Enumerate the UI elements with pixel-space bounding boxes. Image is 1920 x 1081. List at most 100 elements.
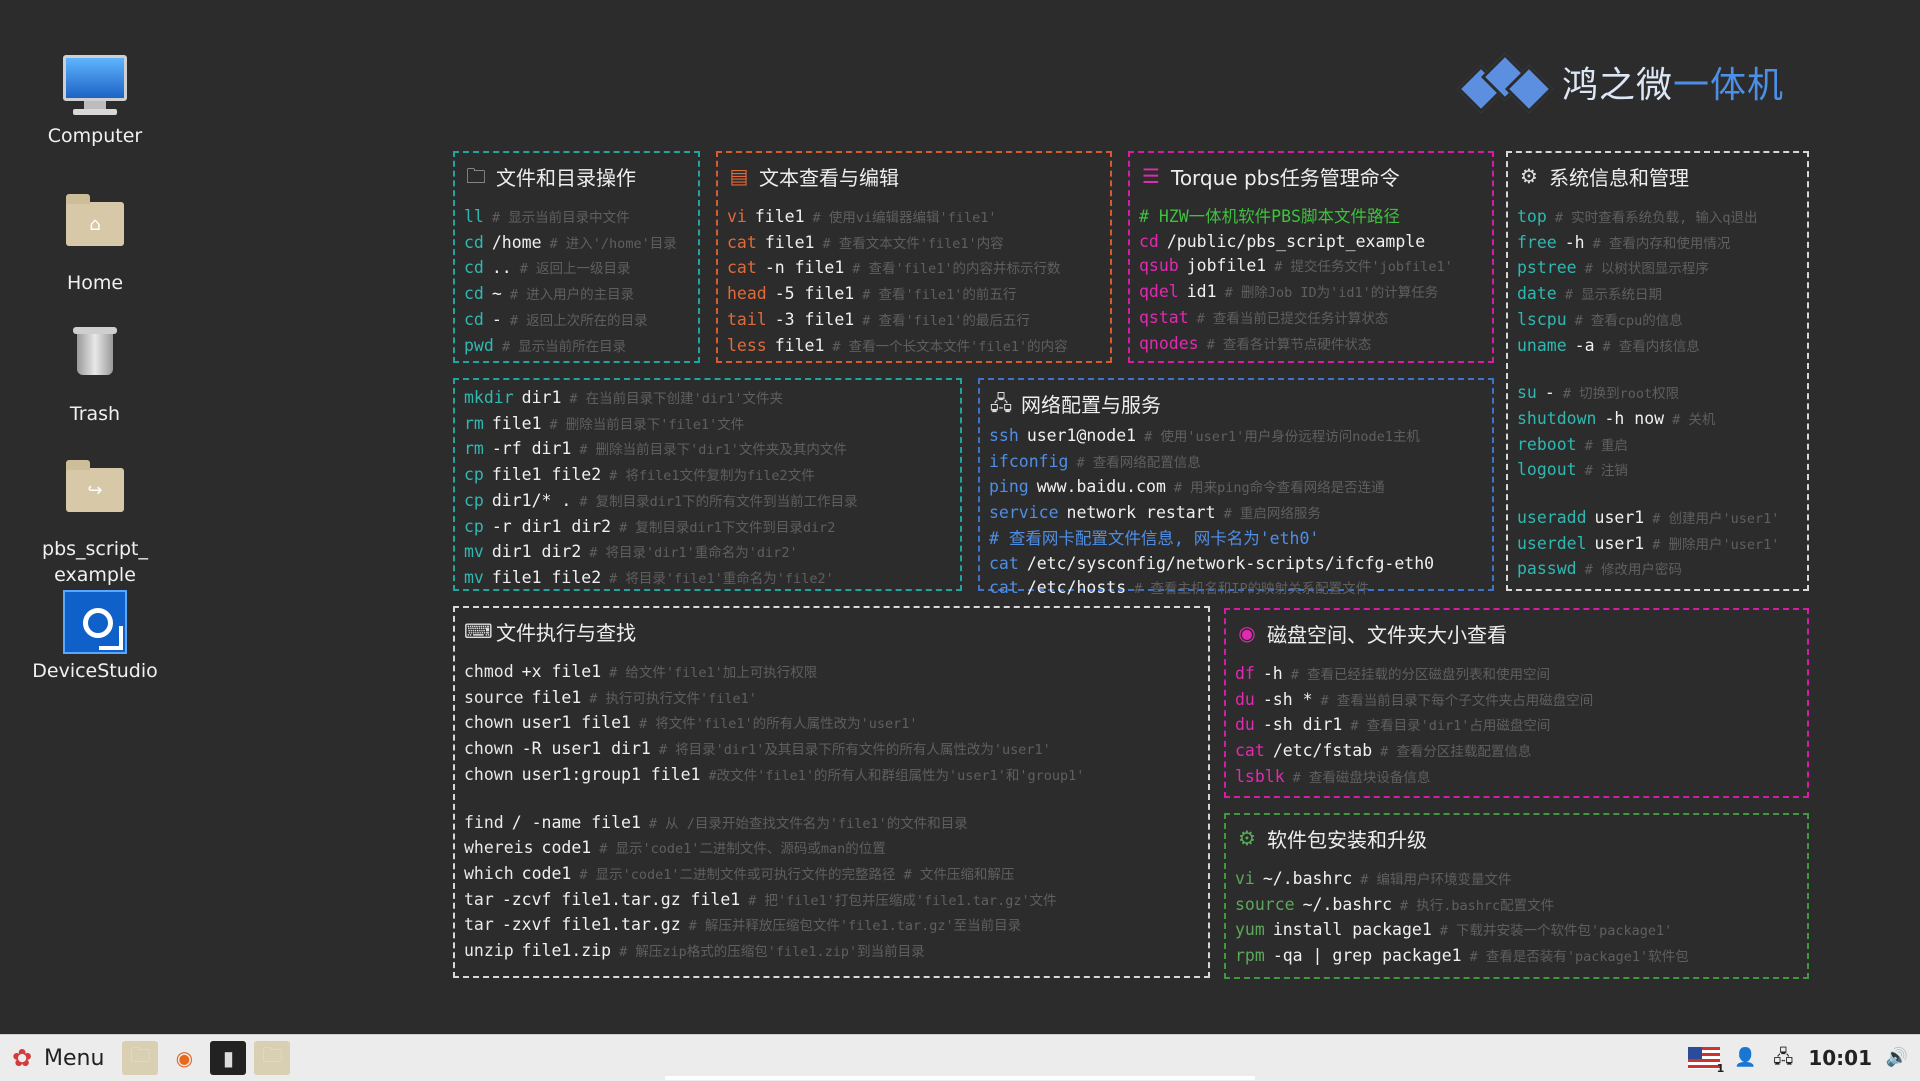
command-name: cp [464, 465, 484, 485]
command-args: /public/pbs_script_example [1166, 231, 1426, 251]
command-name: source [1235, 894, 1295, 914]
command-line: cd/home # 进入'/home'目录 [464, 231, 689, 257]
start-menu-button[interactable]: ✿ Menu [8, 1044, 104, 1072]
taskbar-folder-button[interactable]: 🗀 [254, 1041, 291, 1075]
command-comment: # 给文件'file1'加上可执行权限 [609, 665, 818, 681]
command-line: rm file1 # 删除当前目录下'file1'文件 [464, 412, 951, 438]
command-args: user1@node1 [1026, 426, 1137, 445]
command-comment: # 查看各计算节点硬件状态 [1206, 336, 1372, 353]
command-args: -sh * [1262, 689, 1313, 709]
panel-software-packages: ⚙ 软件包安装和升级 vi ~/.bashrc # 编辑用户环境变量文件 source ~… [1224, 813, 1809, 979]
panel-title: 文本查看与编辑 [759, 165, 899, 190]
keyboard-layout-button[interactable]: 1 [1688, 1047, 1724, 1075]
menu-logo-icon: ✿ [11, 1044, 33, 1072]
command-line: cd ~ # 进入用户的主目录 [464, 282, 689, 308]
command-name: useradd [1517, 508, 1587, 528]
command-line: cp -r dir1 dir2 # 复制目录dir1下文件到目录dir2 [464, 515, 951, 541]
command-name: cp [464, 490, 484, 510]
clock[interactable]: 10:01 [1808, 1046, 1872, 1070]
volume-icon[interactable]: 🔊 [1884, 1045, 1910, 1071]
command-name: cat [727, 232, 757, 252]
command-name: qnodes [1139, 333, 1199, 353]
command-line: find / -name file1 # 从 /目录开始查找文件名为'file1'的… [464, 811, 1199, 837]
command-name: pstree [1517, 258, 1577, 278]
command-name: mkdir [464, 388, 514, 407]
desktop-icon-label: Trash [69, 403, 121, 425]
desktop-icon-pbs-script-example[interactable]: ↪ pbs_script_ example [20, 454, 170, 588]
command-line: yum install package1 # 下载并安装一个软件包'package1… [1235, 918, 1798, 944]
taskbar-terminal-button[interactable]: ▮ [210, 1041, 247, 1075]
command-args: /home [491, 232, 542, 252]
devicestudio-icon [63, 590, 127, 654]
command-args: file1 [754, 207, 805, 226]
command-args: file1 [531, 687, 582, 707]
command-line: ifconfig # 查看网络配置信息 [989, 450, 1483, 476]
desktop-icon-home[interactable]: ⌂ Home [20, 188, 170, 296]
document-list-icon: ▤ [729, 164, 749, 188]
command-args: file1 file2 [491, 567, 602, 587]
panel-file-management: mkdir dir1 # 在当前目录下创建'dir1'文件夹 rm file1 # 删除当… [453, 378, 962, 591]
command-args: id1 [1186, 282, 1217, 302]
command-args: user1:group1 file1 [521, 764, 701, 784]
command-name: tail [727, 309, 767, 329]
hongzhiwei-logo: 鸿之微 一体机 [1456, 52, 1784, 114]
command-line: passwd # 修改用户密码 [1517, 557, 1798, 583]
command-line: tar -zxvf file1.tar.gz # 解压并释放压缩包文件'file1.… [464, 913, 1199, 939]
command-line: ping www.baidu.com # 用来ping命令查看网络是否连通 [989, 475, 1483, 501]
command-line: logout # 注销 [1517, 458, 1798, 484]
command-comment: # 将目录'dir1'及其目录下所有文件的所有人属性改为'user1' [658, 742, 1051, 759]
command-comment: # 查看网络配置信息 [1076, 454, 1201, 471]
panel-title: 软件包安装和升级 [1267, 827, 1427, 852]
taskbar-file-manager-button[interactable]: 🗀 [122, 1041, 159, 1075]
desktop-icon-label: Home [66, 272, 124, 294]
command-comment: # 查看文本文件'file1'内容 [822, 235, 1004, 252]
command-args: dir1/* . [491, 490, 572, 510]
command-args: -qa | grep package1 [1272, 946, 1462, 966]
desktop-icon-computer[interactable]: Computer [20, 55, 170, 149]
command-comment: # 删除当前目录下'file1'文件 [549, 416, 745, 433]
command-comment: # 查看一个长文本文件'file1'的内容 [832, 338, 1068, 355]
command-comment: # 修改用户密码 [1584, 562, 1682, 579]
command-comment: # 显示'code1'二进制文件或可执行文件的完整路径 # 文件压缩和解压 [579, 866, 1015, 883]
menu-label: Menu [44, 1045, 105, 1071]
command-name: rpm [1235, 946, 1265, 966]
command-name: du [1235, 715, 1255, 735]
taskbar-firefox-button[interactable]: ◉ [166, 1041, 202, 1075]
window-handle [665, 1076, 1255, 1080]
command-args: ~/.bashrc [1262, 869, 1353, 888]
command-name: yum [1235, 920, 1265, 940]
command-line: head -5 file1 # 查看'file1'的前五行 [727, 282, 1101, 308]
command-line: cat/etc/hosts # 查看主机名和IP的映射关系配置文件 [989, 576, 1483, 602]
command-name: free [1517, 232, 1557, 252]
command-comment: # 重启网络服务 [1223, 506, 1321, 523]
command-args: -R user1 dir1 [521, 739, 651, 759]
command-comment: # 将file1文件复制为file2文件 [609, 468, 815, 485]
command-comment: # 复制目录dir1下文件到目录dir2 [619, 519, 836, 536]
group-gap [464, 789, 1199, 811]
command-comment: # 执行可执行文件'file1' [589, 690, 757, 707]
command-comment: #改文件'file1'的所有人和群组属性为'user1'和'group1' [708, 767, 1085, 784]
desktop-icon-devicestudio[interactable]: DeviceStudio [20, 590, 170, 684]
command-args: code1 [541, 838, 592, 858]
command-name: mv [464, 567, 484, 587]
command-args: jobfile1 [1186, 256, 1267, 276]
command-line: source ~/.bashrc # 执行.bashrc配置文件 [1235, 893, 1798, 919]
command-name: chown [464, 739, 514, 759]
command-comment: # 删除用户'user1' [1652, 536, 1780, 553]
panel-torque-pbs: ☰ Torque pbs任务管理命令 # HZW一体机软件PBS脚本文件路径 cd /… [1128, 151, 1494, 363]
desktop-icon-trash[interactable]: Trash [20, 321, 170, 427]
user-icon[interactable]: 👤 [1732, 1045, 1758, 1071]
command-name: cd [464, 309, 484, 329]
package-gears-icon: ⚙ [1238, 826, 1256, 850]
command-name: rm [464, 439, 484, 459]
command-name: cat [989, 553, 1019, 573]
command-line: less file1 # 查看一个长文本文件'file1'的内容 [727, 334, 1101, 360]
command-line: useradd user1 # 创建用户'user1' [1517, 506, 1798, 532]
command-line: pwd # 显示当前所在目录 [464, 334, 689, 360]
command-name: cd [464, 258, 484, 278]
network-icon[interactable]: 🖧 [1770, 1045, 1796, 1071]
command-name: lsblk [1235, 766, 1285, 786]
command-args: - [491, 309, 502, 329]
command-name: su [1517, 383, 1537, 403]
command-args: -zxvf file1.tar.gz [501, 915, 681, 935]
